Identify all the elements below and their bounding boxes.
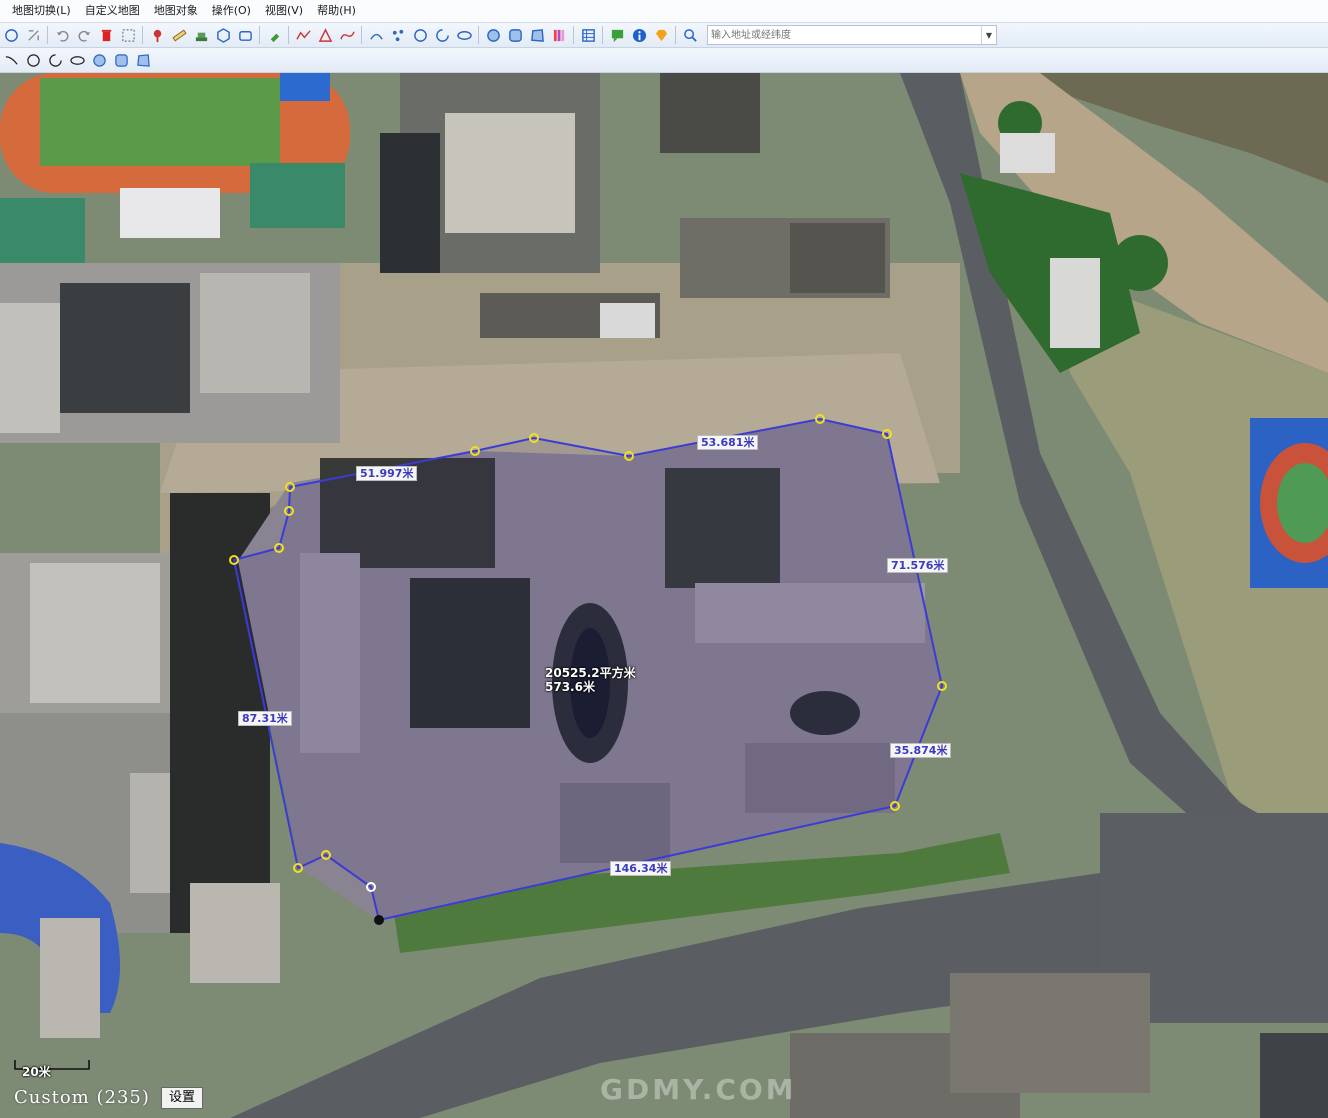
polyline-icon[interactable] bbox=[293, 25, 313, 45]
redo-icon[interactable] bbox=[74, 25, 94, 45]
menu-map-switch[interactable]: 地图切换(L) bbox=[0, 1, 78, 21]
search-icon[interactable] bbox=[680, 25, 700, 45]
filled-rect-icon[interactable] bbox=[111, 50, 131, 70]
diamond-icon[interactable] bbox=[651, 25, 671, 45]
pin-icon[interactable] bbox=[264, 25, 284, 45]
scale-label: 20米 bbox=[22, 1065, 51, 1079]
menu-help[interactable]: 帮助(H) bbox=[310, 1, 363, 21]
select-rect-icon[interactable] bbox=[118, 25, 138, 45]
menu-custom-map[interactable]: 自定义地图 bbox=[78, 1, 147, 21]
color-bars-icon[interactable] bbox=[549, 25, 569, 45]
edge-length-label: 146.34米 bbox=[610, 861, 672, 876]
comment-icon[interactable] bbox=[607, 25, 627, 45]
map-source-label: Custom (235) bbox=[14, 1087, 150, 1108]
menu-map-objects[interactable]: 地图对象 bbox=[147, 1, 205, 21]
info-icon[interactable] bbox=[629, 25, 649, 45]
chevron-down-icon[interactable]: ▼ bbox=[981, 26, 996, 44]
globe-icon[interactable] bbox=[1, 25, 21, 45]
menu-operation[interactable]: 操作(O) bbox=[205, 1, 258, 21]
drawing-toolbar bbox=[0, 48, 1328, 73]
undo-icon[interactable] bbox=[52, 25, 72, 45]
toolbar-separator bbox=[142, 26, 143, 44]
table-icon[interactable] bbox=[578, 25, 598, 45]
filled-circle-icon[interactable] bbox=[483, 25, 503, 45]
toolbar-separator bbox=[573, 26, 574, 44]
settings-button[interactable]: 设置 bbox=[161, 1087, 203, 1109]
filled-rect-icon[interactable] bbox=[505, 25, 525, 45]
arc-icon[interactable] bbox=[366, 25, 386, 45]
circle-icon[interactable] bbox=[23, 50, 43, 70]
search-input[interactable] bbox=[708, 28, 983, 42]
circle-icon[interactable] bbox=[410, 25, 430, 45]
satellite-map[interactable]: 51.997米 53.681米 71.576米 35.874米 146.34米 … bbox=[0, 73, 1328, 1118]
toolbar-separator bbox=[47, 26, 48, 44]
main-toolbar: ▼ bbox=[0, 23, 1328, 48]
edge-length-label: 35.874米 bbox=[890, 743, 952, 758]
ellipse-icon[interactable] bbox=[67, 50, 87, 70]
curve-icon[interactable] bbox=[337, 25, 357, 45]
triangle-icon[interactable] bbox=[315, 25, 335, 45]
camera-icon[interactable] bbox=[235, 25, 255, 45]
points-icon[interactable] bbox=[388, 25, 408, 45]
filled-circle-icon[interactable] bbox=[89, 50, 109, 70]
edge-length-label: 71.576米 bbox=[887, 558, 949, 573]
arc-icon[interactable] bbox=[1, 50, 21, 70]
perimeter-value: 573.6米 bbox=[545, 680, 595, 694]
ruler-icon[interactable] bbox=[169, 25, 189, 45]
pan-icon[interactable] bbox=[23, 25, 43, 45]
ellipse-icon[interactable] bbox=[454, 25, 474, 45]
area-value: 20525.2平方米 bbox=[545, 666, 636, 680]
arc-circle-icon[interactable] bbox=[432, 25, 452, 45]
delete-icon[interactable] bbox=[96, 25, 116, 45]
arc-circle-icon[interactable] bbox=[45, 50, 65, 70]
toolbar-separator bbox=[675, 26, 676, 44]
edge-length-label: 87.31米 bbox=[238, 711, 292, 726]
hexagon-icon[interactable] bbox=[213, 25, 233, 45]
toolbar-separator bbox=[602, 26, 603, 44]
toolbar-separator bbox=[478, 26, 479, 44]
toolbar-separator bbox=[288, 26, 289, 44]
edge-length-label: 51.997米 bbox=[356, 466, 418, 481]
menu-bar: 地图切换(L) 自定义地图 地图对象 操作(O) 视图(V) 帮助(H) bbox=[0, 0, 1328, 23]
search-box: ▼ bbox=[707, 25, 997, 45]
toolbar-separator bbox=[361, 26, 362, 44]
edge-length-label: 53.681米 bbox=[697, 435, 759, 450]
measurement-overlay bbox=[229, 414, 947, 925]
polygon-vertex-handle[interactable] bbox=[374, 915, 384, 925]
marker-icon[interactable] bbox=[147, 25, 167, 45]
toolbar-separator bbox=[259, 26, 260, 44]
filled-polygon-icon[interactable] bbox=[133, 50, 153, 70]
menu-view[interactable]: 视图(V) bbox=[258, 1, 310, 21]
watermark: GDMY.COM bbox=[600, 1073, 797, 1106]
area-measure-icon[interactable] bbox=[191, 25, 211, 45]
filled-polygon-icon[interactable] bbox=[527, 25, 547, 45]
